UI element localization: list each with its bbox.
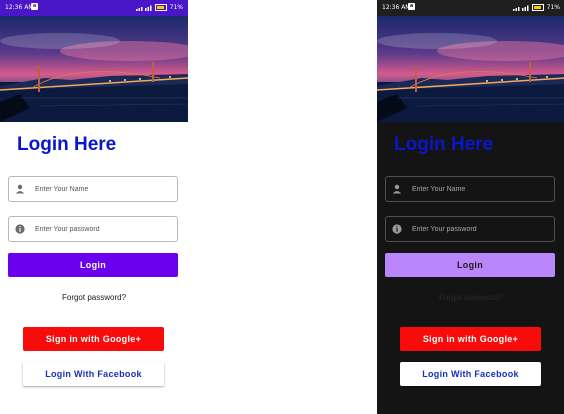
person-icon — [392, 184, 402, 194]
signal-icon — [512, 5, 529, 11]
name-input[interactable] — [33, 184, 167, 194]
login-button[interactable]: Login — [385, 253, 555, 277]
header-bridge-image — [377, 16, 564, 122]
page-title: Login Here — [394, 134, 494, 155]
battery-icon — [531, 4, 544, 11]
battery-percent: 71% — [169, 4, 183, 11]
signal-icon — [135, 5, 152, 11]
password-input[interactable] — [410, 224, 544, 234]
notification-badge: a — [408, 3, 415, 10]
google-signin-button[interactable]: Sign in with Google+ — [400, 327, 541, 351]
status-indicators: 71% — [135, 4, 183, 11]
forgot-password-link[interactable]: Forgot password? — [377, 293, 564, 302]
google-signin-button[interactable]: Sign in with Google+ — [23, 327, 164, 351]
password-input[interactable] — [33, 224, 167, 234]
status-bar: 12:36 AM a 71% — [377, 0, 564, 16]
info-icon — [392, 224, 402, 234]
status-time: 12:36 AM — [382, 4, 411, 11]
login-button[interactable]: Login — [8, 253, 178, 277]
light-theme-screen: 12:36 AM a 71% Login Here Enter Your Nam… — [0, 0, 188, 414]
notification-badge: a — [31, 3, 38, 10]
info-icon — [15, 224, 25, 234]
password-field[interactable] — [385, 216, 555, 242]
status-bar: 12:36 AM a 71% — [0, 0, 188, 16]
header-bridge-image — [0, 16, 188, 122]
forgot-password-link[interactable]: Forgot password? — [0, 293, 188, 302]
name-field[interactable] — [8, 176, 178, 202]
battery-icon — [154, 4, 167, 11]
password-field[interactable] — [8, 216, 178, 242]
name-input[interactable] — [410, 184, 544, 194]
person-icon — [15, 184, 25, 194]
facebook-login-button[interactable]: Login With Facebook — [23, 362, 164, 386]
name-field[interactable] — [385, 176, 555, 202]
page-title: Login Here — [17, 134, 117, 155]
status-indicators: 71% — [512, 4, 560, 11]
facebook-login-button[interactable]: Login With Facebook — [400, 362, 541, 386]
dark-theme-screen: 12:36 AM a 71% Login Here Enter Your Nam… — [377, 0, 564, 414]
battery-percent: 71% — [546, 4, 560, 11]
status-time: 12:36 AM — [5, 4, 34, 11]
